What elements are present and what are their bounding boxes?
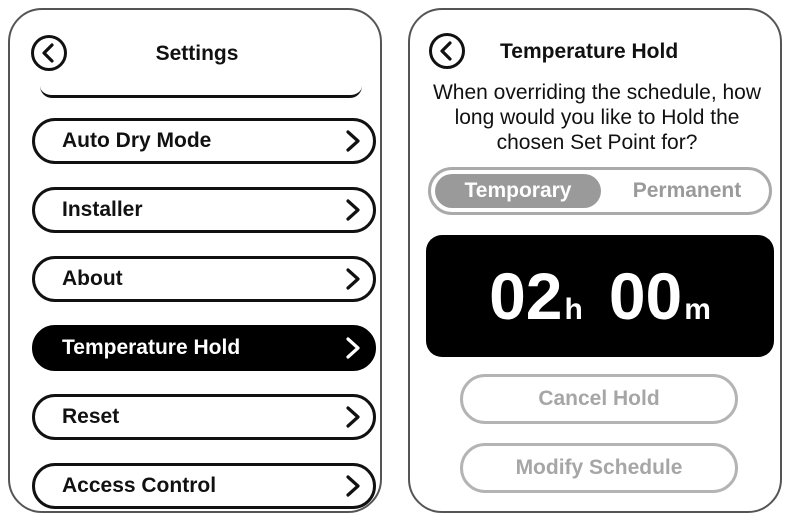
page-title: Settings — [155, 42, 239, 65]
menu-item-label: Auto Dry Mode — [62, 129, 212, 152]
hold-duration-prompt: When overriding the schedule, how long w… — [432, 81, 762, 154]
chevron-right-icon — [346, 268, 360, 290]
menu-item-about[interactable]: About — [32, 256, 376, 302]
menu-item-auto-dry-mode[interactable]: Auto Dry Mode — [32, 118, 376, 164]
timer-hours[interactable]: 02 — [489, 263, 562, 329]
menu-item-installer[interactable]: Installer — [32, 187, 376, 233]
chevron-right-icon — [346, 337, 360, 359]
menu-item-access-control[interactable]: Access Control — [32, 463, 376, 509]
chevron-right-icon — [346, 475, 360, 497]
chevron-right-icon — [346, 199, 360, 221]
previous-item-edge — [40, 84, 362, 98]
mode-option-permanent[interactable]: Permanent — [607, 174, 767, 208]
menu-item-label: About — [62, 267, 123, 290]
menu-item-label: Temperature Hold — [62, 336, 241, 359]
timer-minutes[interactable]: 00 — [609, 263, 682, 329]
hold-timer-display[interactable]: 02 h 00 m — [426, 235, 774, 357]
chevron-right-icon — [346, 406, 360, 428]
settings-panel: Settings Auto Dry Mode Installer About T… — [8, 8, 382, 513]
timer-hours-unit: h — [564, 293, 583, 326]
modify-schedule-button[interactable]: Modify Schedule — [460, 443, 738, 493]
chevron-right-icon — [346, 130, 360, 152]
timer-minutes-unit: m — [684, 293, 711, 326]
back-button[interactable] — [428, 32, 466, 70]
cancel-hold-button[interactable]: Cancel Hold — [460, 374, 738, 424]
menu-item-temperature-hold[interactable]: Temperature Hold — [32, 325, 376, 371]
menu-item-label: Installer — [62, 198, 143, 221]
mode-option-temporary[interactable]: Temporary — [435, 174, 601, 208]
back-arrow-icon — [429, 33, 465, 69]
hold-mode-toggle: Temporary Permanent — [428, 167, 772, 215]
menu-item-reset[interactable]: Reset — [32, 394, 376, 440]
menu-item-label: Access Control — [62, 474, 217, 497]
page-title: Temperature Hold — [500, 40, 679, 63]
temperature-hold-panel: Temperature Hold When overriding the sch… — [408, 8, 782, 513]
menu-item-label: Reset — [62, 405, 120, 428]
